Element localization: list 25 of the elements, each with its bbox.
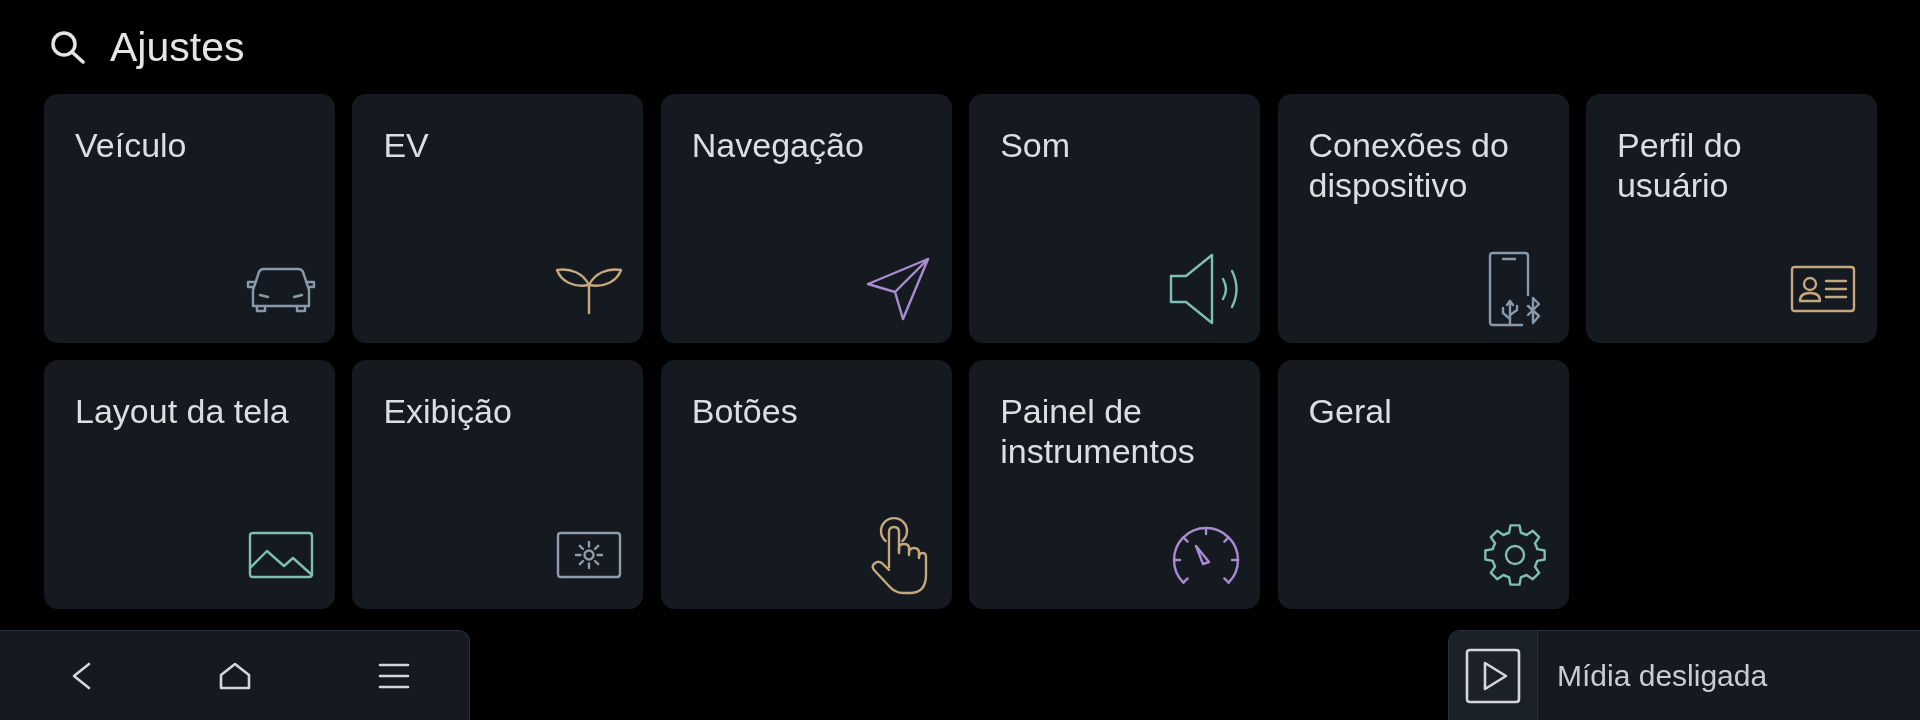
- id-card-icon: [1789, 265, 1856, 313]
- settings-tile[interactable]: Som: [969, 94, 1261, 343]
- play-icon: [1465, 647, 1521, 704]
- settings-tile[interactable]: EV: [352, 94, 644, 343]
- settings-tile[interactable]: Painel de instrumentos: [969, 360, 1261, 609]
- settings-tile[interactable]: Conexões do dispositivo: [1277, 94, 1569, 343]
- home-icon[interactable]: [219, 661, 251, 690]
- settings-tile[interactable]: Exibição: [352, 360, 644, 609]
- settings-tile[interactable]: Veículo: [44, 94, 335, 343]
- play-button[interactable]: [1449, 631, 1538, 720]
- settings-tile[interactable]: Botões: [660, 360, 952, 609]
- brightness-screen-icon: [556, 531, 623, 579]
- back-icon[interactable]: [70, 661, 92, 690]
- settings-tile[interactable]: Geral: [1277, 360, 1569, 609]
- gear-icon: [1482, 522, 1547, 588]
- menu-icon[interactable]: [378, 662, 410, 689]
- image-icon: [248, 531, 314, 579]
- settings-tile[interactable]: Navegação: [660, 94, 952, 343]
- page-title: Ajustes: [110, 23, 245, 72]
- media-status-text: Mídia desligada: [1557, 657, 1768, 694]
- navigation-arrow-icon: [864, 256, 931, 322]
- settings-tile[interactable]: Layout da tela: [44, 360, 335, 609]
- settings-tile[interactable]: Perfil do usuário: [1585, 94, 1877, 343]
- phone-usb-bluetooth-icon: [1487, 251, 1542, 327]
- search-icon[interactable]: [50, 30, 86, 64]
